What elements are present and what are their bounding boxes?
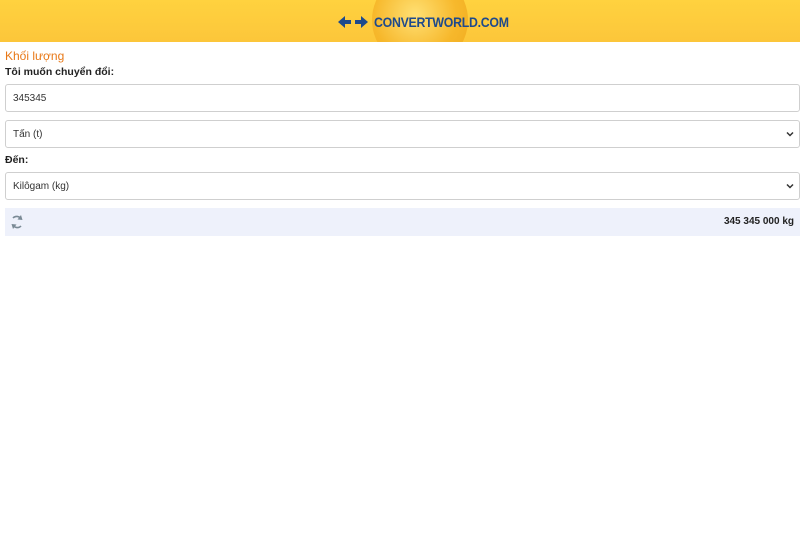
chevron-down-icon	[786, 131, 794, 137]
double-arrow-icon	[338, 16, 368, 28]
chevron-down-icon	[786, 183, 794, 189]
from-unit-select[interactable]: Tấn (t)	[5, 120, 800, 148]
refresh-icon[interactable]	[10, 214, 24, 230]
site-header: CONVERTWORLD.COM	[0, 0, 800, 42]
logo-text: CONVERTWORLD.COM	[374, 14, 509, 30]
result-bar: 345 345 000 kg	[5, 208, 800, 236]
amount-value: 345345	[13, 92, 47, 104]
from-label: Tôi muốn chuyển đổi:	[5, 66, 115, 78]
category-title: Khối lượng	[5, 49, 65, 63]
from-unit-value: Tấn (t)	[13, 128, 43, 140]
amount-input[interactable]: 345345	[5, 84, 800, 112]
to-unit-select[interactable]: Kilôgam (kg)	[5, 172, 800, 200]
result-value: 345 345 000 kg	[723, 216, 794, 227]
site-logo[interactable]: CONVERTWORLD.COM	[338, 11, 527, 33]
to-unit-value: Kilôgam (kg)	[13, 180, 70, 192]
to-label: Đến:	[5, 154, 29, 166]
